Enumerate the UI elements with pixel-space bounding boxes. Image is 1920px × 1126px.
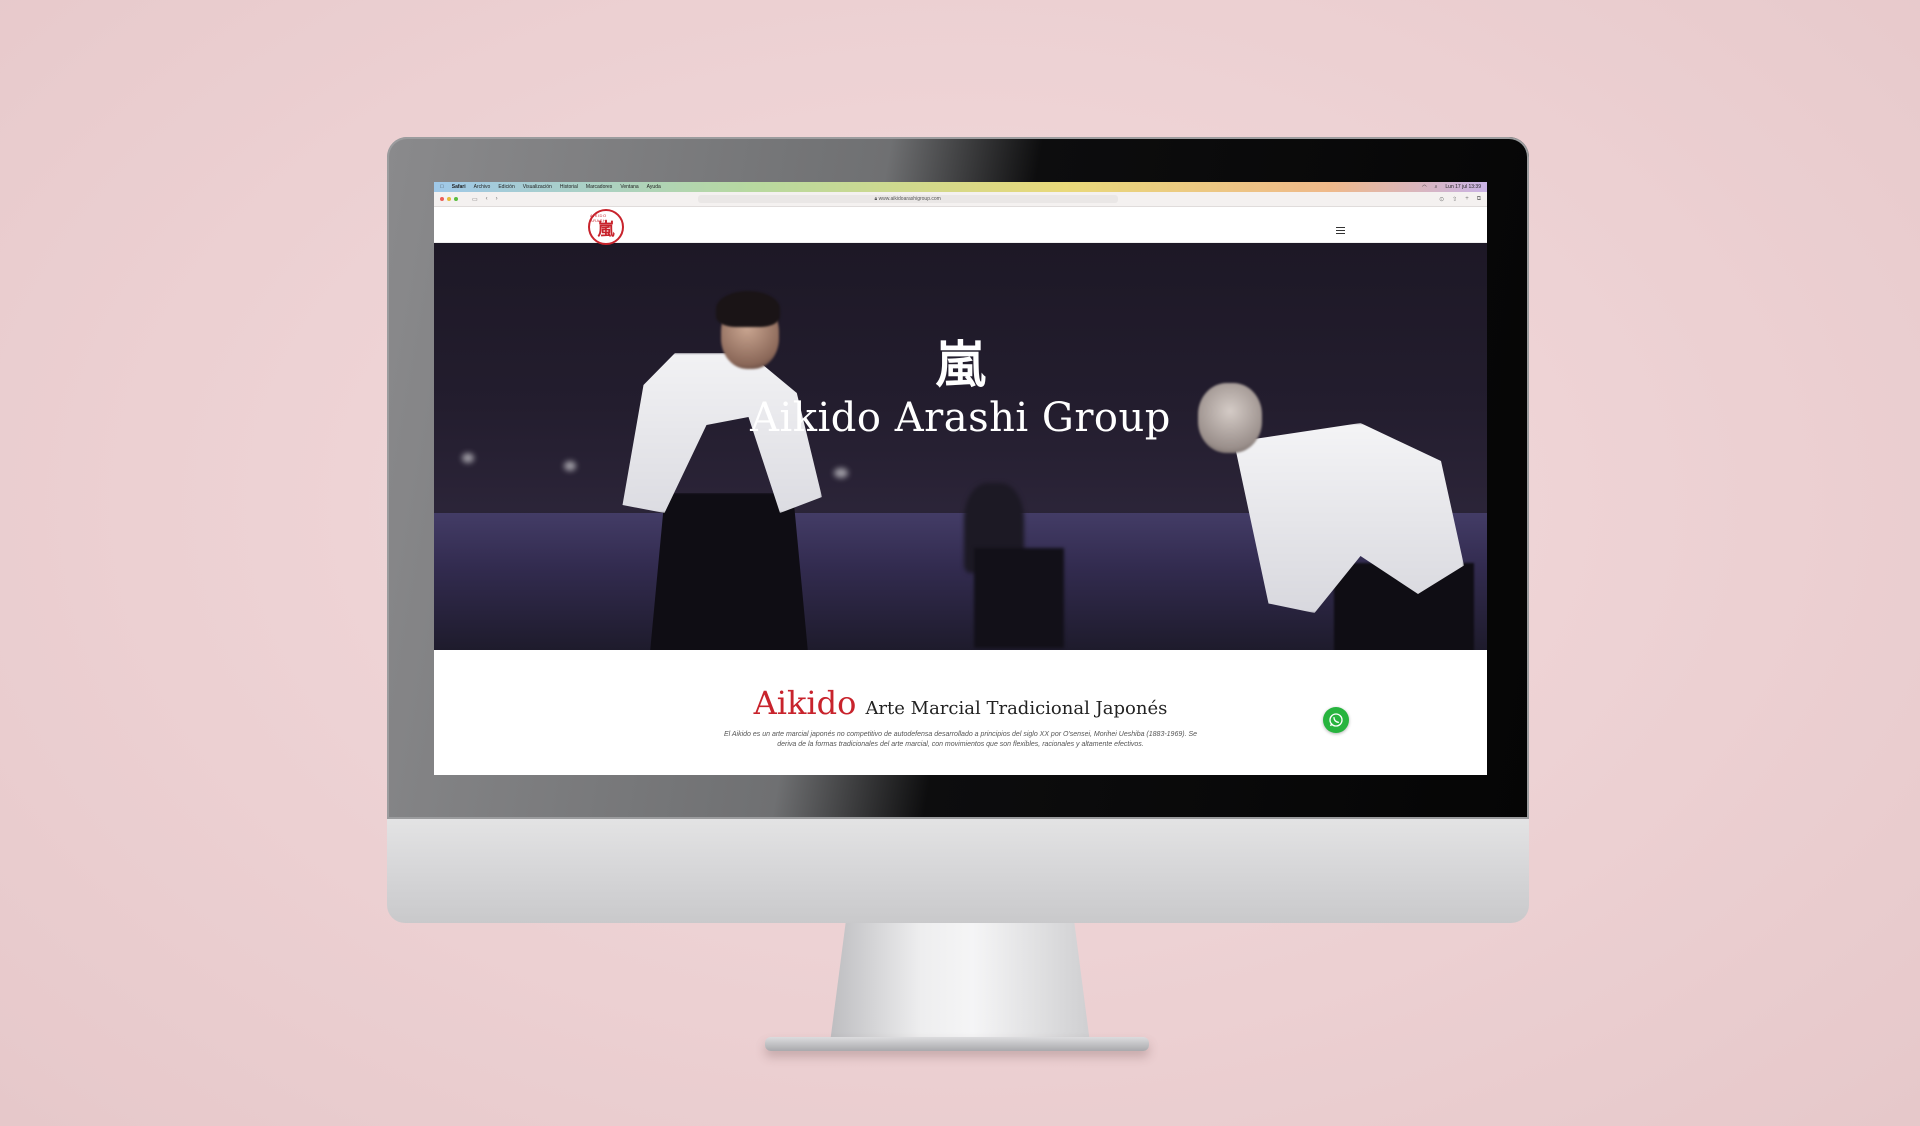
intro-section: Aikido Arte Marcial Tradicional Japonés … xyxy=(434,650,1487,766)
hero-section: 嵐 Aikido Arashi Group xyxy=(434,243,1487,650)
sidebar-toggle-icon[interactable]: ▭ xyxy=(472,196,478,203)
window-controls xyxy=(440,197,458,201)
hero-overlay: 嵐 Aikido Arashi Group xyxy=(434,335,1487,441)
menubar-item-edicion[interactable]: Edición xyxy=(498,184,514,190)
menubar-item-historial[interactable]: Historial xyxy=(560,184,578,190)
monitor-chin xyxy=(387,819,1529,923)
hero-light xyxy=(834,468,848,478)
intro-text: El Aikido es un arte marcial japonés no … xyxy=(723,731,1198,748)
mac-menubar:  Safari Archivo Edición Visualización H… xyxy=(434,182,1487,192)
wifi-icon[interactable]: ◠ xyxy=(1422,184,1426,190)
menubar-item-marcadores[interactable]: Marcadores xyxy=(586,184,612,190)
monitor-stand xyxy=(830,923,1090,1043)
menubar-clock[interactable]: Lun 17 jul 13:39 xyxy=(1445,184,1481,190)
browser-toolbar: ▭ ‹ › 🔒︎ www.aikidoarashigroup.com ⊙ ⇧ +… xyxy=(434,192,1487,207)
hero-chair xyxy=(974,548,1064,648)
menubar-item-archivo[interactable]: Archivo xyxy=(474,184,491,190)
hero-figure-left-hakama xyxy=(649,493,809,650)
whatsapp-button[interactable] xyxy=(1323,707,1349,733)
download-icon[interactable]: ⊙ xyxy=(1439,196,1444,203)
address-bar-url: www.aikidoarashigroup.com xyxy=(878,196,941,202)
new-tab-icon[interactable]: + xyxy=(1465,196,1469,203)
forward-icon[interactable]: › xyxy=(496,196,498,203)
zoom-window-button[interactable] xyxy=(454,197,458,201)
hero-kanji: 嵐 xyxy=(935,335,986,394)
intro-heading-subtitle: Arte Marcial Tradicional Japonés xyxy=(865,698,1168,719)
intro-heading-accent: Aikido xyxy=(753,684,857,722)
tabs-overview-icon[interactable]: ⧉ xyxy=(1477,196,1481,203)
close-window-button[interactable] xyxy=(440,197,444,201)
whatsapp-icon xyxy=(1329,713,1343,727)
back-icon[interactable]: ‹ xyxy=(486,196,488,203)
menubar-item-ventana[interactable]: Ventana xyxy=(620,184,638,190)
site-logo[interactable]: AIKIDO ARASHI 嵐 xyxy=(588,209,624,245)
hero-figure-left-hair xyxy=(716,291,780,327)
hero-light xyxy=(564,461,576,471)
address-bar[interactable]: 🔒︎ www.aikidoarashigroup.com xyxy=(697,195,1118,203)
menubar-item-ayuda[interactable]: Ayuda xyxy=(647,184,661,190)
monitor-stand-base xyxy=(765,1037,1149,1051)
site-header: AIKIDO ARASHI 嵐 xyxy=(434,207,1487,245)
menubar-item-visualizacion[interactable]: Visualización xyxy=(523,184,552,190)
hero-light xyxy=(462,453,474,463)
scene:  Safari Archivo Edición Visualización H… xyxy=(0,0,1920,1126)
logo-ring-text: AIKIDO ARASHI xyxy=(590,213,608,223)
search-icon[interactable]: ⌕ xyxy=(1435,184,1438,190)
hero-title: Aikido Arashi Group xyxy=(750,395,1171,441)
minimize-window-button[interactable] xyxy=(447,197,451,201)
hamburger-icon[interactable] xyxy=(1336,227,1345,236)
menubar-app-name[interactable]: Safari xyxy=(452,184,466,190)
share-icon[interactable]: ⇧ xyxy=(1452,196,1457,203)
apple-icon[interactable]:  xyxy=(440,184,444,190)
screen:  Safari Archivo Edición Visualización H… xyxy=(434,182,1487,775)
